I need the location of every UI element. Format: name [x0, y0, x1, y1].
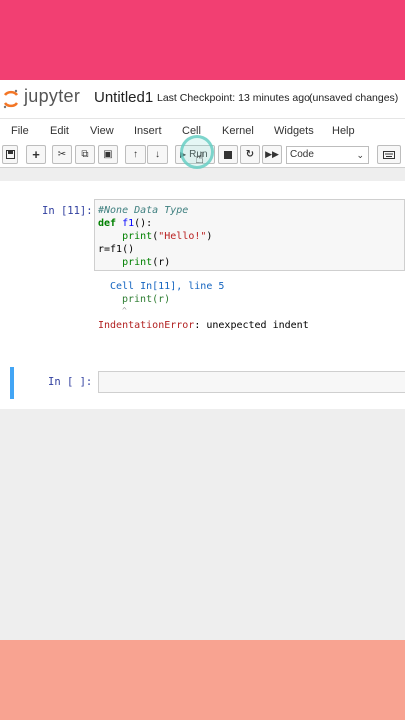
menu-file[interactable]: File [11, 125, 29, 137]
save-icon [5, 150, 15, 159]
plus-icon: + [32, 147, 40, 162]
header: jupyter Untitled1 Last Checkpoint: 13 mi… [0, 80, 405, 118]
paste-button[interactable]: ▣ [98, 145, 118, 164]
traceback-code: print(r) [122, 294, 171, 305]
restart-icon: ↻ [245, 149, 255, 160]
scissors-icon: ✂ [57, 149, 67, 160]
menu-insert[interactable]: Insert [134, 125, 162, 137]
menu-edit[interactable]: Edit [50, 125, 69, 137]
error-name: IndentationError [98, 320, 195, 331]
jupyter-notebook-window: jupyter Untitled1 Last Checkpoint: 13 mi… [0, 80, 405, 640]
notebook-title[interactable]: Untitled1 [94, 89, 153, 106]
hand-cursor-icon: ☝ [195, 150, 205, 167]
top-color-band [0, 0, 405, 80]
code-line: def f1(): [98, 218, 153, 229]
interrupt-kernel-button[interactable] [218, 145, 238, 164]
menu-widgets[interactable]: Widgets [274, 125, 314, 137]
error-message: IndentationError: unexpected indent [98, 320, 309, 331]
paste-icon: ▣ [103, 149, 113, 160]
move-down-button[interactable]: ↓ [147, 145, 168, 164]
traceback-location: Cell In[11], line 5 [110, 281, 225, 292]
cell-prompt: In [ ]: [48, 376, 93, 388]
menu-help[interactable]: Help [332, 125, 355, 137]
jupyter-logo-text[interactable]: jupyter [24, 86, 80, 107]
bottom-color-band [0, 640, 405, 720]
menu-kernel[interactable]: Kernel [222, 125, 254, 137]
code-line: #None Data Type [98, 205, 189, 216]
traceback-caret: ^ [122, 306, 127, 315]
restart-kernel-button[interactable]: ↻ [240, 145, 260, 164]
stop-icon [224, 150, 232, 159]
insert-cell-button[interactable]: + [26, 145, 46, 164]
code-line: print("Hello!") [122, 231, 213, 242]
menu-view[interactable]: View [90, 125, 114, 137]
cell-prompt: In [11]: [42, 205, 93, 217]
restart-run-all-button[interactable]: ▶▶ [262, 145, 282, 164]
save-button[interactable] [2, 145, 18, 164]
copy-icon: ⧉ [81, 149, 89, 160]
cell-type-select[interactable]: Code ⌄ [286, 146, 369, 164]
keyboard-icon [383, 150, 395, 159]
jupyter-logo-icon [3, 89, 19, 109]
checkpoint-status: Last Checkpoint: 13 minutes ago [157, 92, 310, 104]
selected-cell[interactable]: In [ ]: [10, 367, 405, 399]
cell-type-value: Code [290, 149, 314, 160]
code-cell-input[interactable] [98, 371, 405, 393]
arrow-up-icon: ↑ [133, 149, 138, 160]
cut-button[interactable]: ✂ [52, 145, 72, 164]
unsaved-status: (unsaved changes) [309, 92, 399, 104]
copy-button[interactable]: ⧉ [75, 145, 95, 164]
arrow-down-icon: ↓ [155, 149, 160, 160]
chevron-down-icon: ⌄ [356, 150, 364, 160]
move-up-button[interactable]: ↑ [125, 145, 146, 164]
code-line: r=f1() [98, 244, 135, 255]
error-text: : unexpected indent [194, 320, 309, 331]
command-palette-button[interactable] [377, 145, 401, 164]
notebook-container: In [11]: #None Data Type def f1(): print… [0, 181, 405, 409]
code-line: print(r) [122, 257, 171, 268]
code-cell-input[interactable]: #None Data Type def f1(): print("Hello!"… [94, 199, 405, 271]
fast-forward-icon: ▶▶ [265, 149, 279, 159]
